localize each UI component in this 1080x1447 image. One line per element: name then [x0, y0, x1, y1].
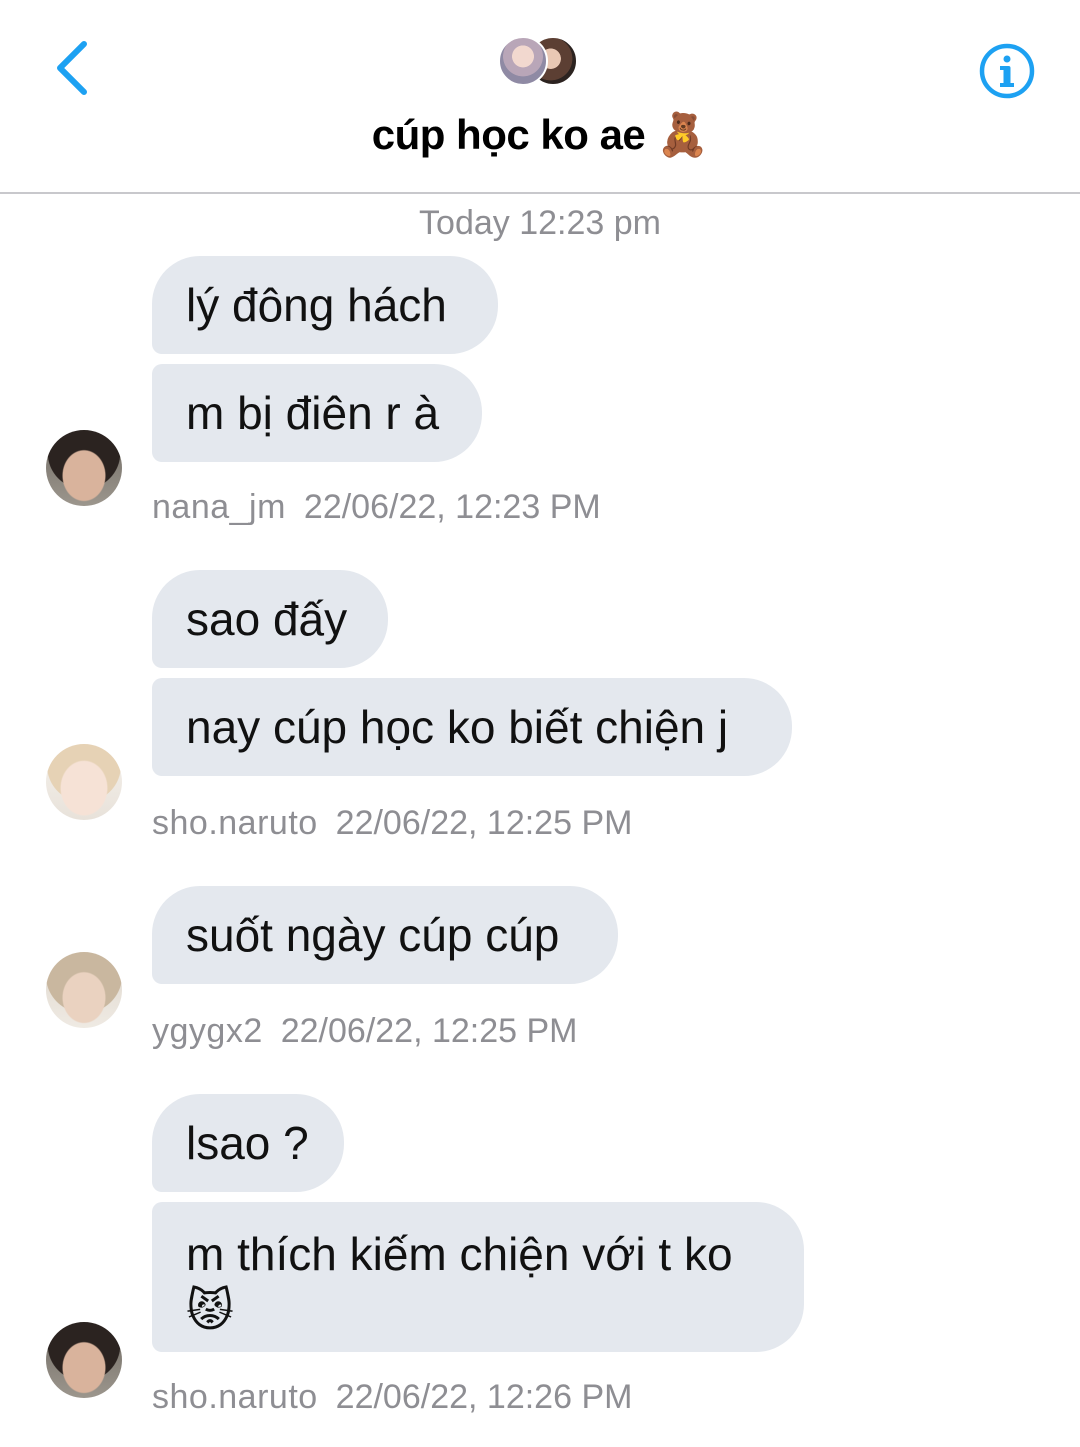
message-bubble[interactable]: m bị điên r à	[152, 364, 482, 462]
info-button[interactable]	[978, 42, 1036, 100]
conversation-title-text: cúp học ko ae	[371, 111, 646, 158]
message-text: suốt ngày cúp cúp	[186, 909, 560, 961]
avatar	[498, 36, 548, 86]
pouting-cat-emoji: 😾	[186, 1283, 234, 1337]
conversation-timestamp: Today 12:23 pm	[419, 204, 661, 242]
chat-header: cúp học ko ae 🧸	[0, 0, 1080, 194]
message-time: 22/06/22, 12:26 PM	[335, 1378, 633, 1416]
message-time: 22/06/22, 12:25 PM	[280, 1012, 578, 1050]
message-text: nay cúp học ko biết chiện j	[186, 701, 729, 753]
message-bubble[interactable]: lý đông hách	[152, 256, 498, 354]
avatar[interactable]	[46, 1322, 122, 1398]
message-meta: nana_jm 22/06/22, 12:23 PM	[152, 488, 601, 527]
sender-username[interactable]: sho.naruto	[152, 804, 318, 842]
sender-username[interactable]: sho.naruto	[152, 1378, 318, 1416]
teddy-bear-emoji: 🧸	[656, 110, 709, 159]
message-bubble[interactable]: suốt ngày cúp cúp	[152, 886, 618, 984]
message-text: lsao ?	[186, 1117, 309, 1169]
message-time: 22/06/22, 12:23 PM	[303, 488, 601, 526]
message-text: m bị điên r à	[186, 387, 440, 439]
message-meta: ygygx2 22/06/22, 12:25 PM	[152, 1012, 578, 1051]
message-bubble[interactable]: sao đấy	[152, 570, 388, 668]
message-text: lý đông hách	[186, 279, 447, 331]
message-meta: sho.naruto 22/06/22, 12:26 PM	[152, 1378, 632, 1417]
group-avatars[interactable]	[498, 36, 582, 88]
message-meta: sho.naruto 22/06/22, 12:25 PM	[152, 804, 632, 843]
info-circle-icon	[979, 43, 1035, 99]
message-bubble[interactable]: m thích kiếm chiện với t ko 😾	[152, 1202, 804, 1352]
sender-username[interactable]: nana_jm	[152, 488, 286, 526]
message-text: sao đấy	[186, 593, 348, 645]
message-time: 22/06/22, 12:25 PM	[335, 804, 633, 842]
chevron-left-icon	[57, 41, 87, 95]
avatar[interactable]	[46, 430, 122, 506]
sender-username[interactable]: ygygx2	[152, 1012, 263, 1050]
conversation-title[interactable]: cúp học ko ae 🧸	[0, 110, 1080, 160]
message-text: m thích kiếm chiện với t ko	[186, 1228, 733, 1280]
back-button[interactable]	[48, 34, 100, 102]
message-bubble[interactable]: nay cúp học ko biết chiện j	[152, 678, 792, 776]
avatar[interactable]	[46, 744, 122, 820]
message-bubble[interactable]: lsao ?	[152, 1094, 344, 1192]
avatar[interactable]	[46, 952, 122, 1028]
